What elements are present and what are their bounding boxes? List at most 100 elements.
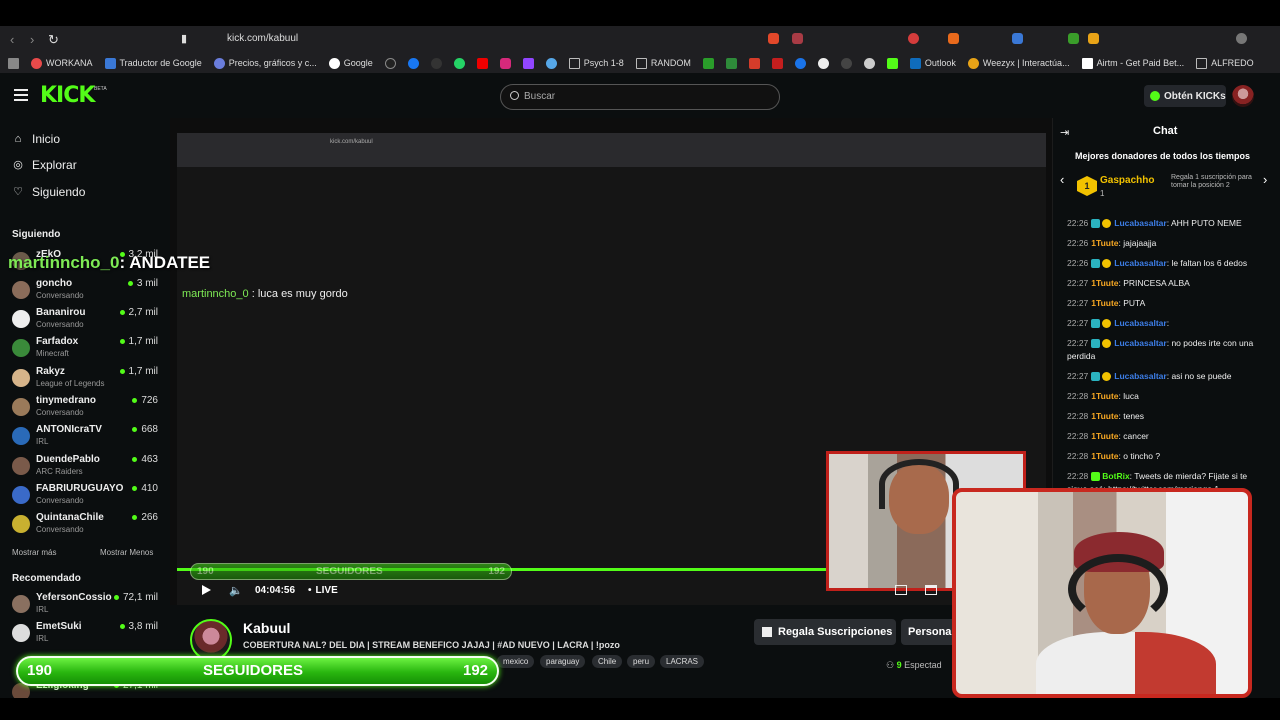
bookmark-icon[interactable] — [540, 53, 563, 73]
extension-icon[interactable] — [948, 33, 959, 44]
chat-timestamp: 22:28 — [1067, 451, 1089, 461]
sidebar-channel[interactable]: QuintanaChile Conversando 266 — [12, 512, 162, 540]
play-icon[interactable] — [202, 585, 211, 595]
bookmark-icon-twitch[interactable] — [517, 53, 540, 73]
chat-username[interactable]: Lucabasaltar — [1114, 218, 1166, 228]
sidebar-channel[interactable]: goncho Conversando 3 mil — [12, 278, 162, 306]
chat-username[interactable]: BotRix — [1102, 471, 1129, 481]
stream-tag[interactable]: peru — [627, 655, 656, 668]
streamer-avatar[interactable] — [190, 619, 232, 661]
profile-icon[interactable] — [1236, 33, 1247, 44]
chat-username[interactable]: 1Tuute — [1091, 391, 1118, 401]
subscriber-badge-icon — [1091, 219, 1101, 229]
gift-subs-button[interactable]: Regala Suscripciones — [754, 619, 896, 645]
bookmark-item[interactable]: ALFREDO — [1190, 53, 1260, 73]
sidebar-channel[interactable]: FABRIURUGUAYO Conversando 410 — [12, 483, 162, 511]
bookmark-item[interactable]: Precios, gráficos y c... — [208, 53, 323, 73]
following-section-title: Siguiendo — [12, 229, 61, 240]
chat-username[interactable]: Lucabasaltar — [1114, 258, 1166, 268]
chat-username[interactable]: 1Tuute — [1091, 298, 1118, 308]
theater-mode-icon[interactable] — [925, 585, 937, 595]
kick-logo[interactable]: KICK — [40, 83, 95, 108]
extension-icon[interactable] — [1088, 33, 1099, 44]
chat-username[interactable]: 1Tuute — [1091, 411, 1118, 421]
bookmark-icon-youtube[interactable] — [471, 53, 494, 73]
brave-rewards-icon[interactable] — [792, 33, 803, 44]
sidebar-channel[interactable]: Bananirou Conversando 2,7 mil — [12, 307, 162, 335]
chevron-left-icon[interactable]: ‹ — [1060, 172, 1064, 187]
sidebar-channel[interactable]: ANTONIcraTV IRL 668 — [12, 424, 162, 452]
bookmark-icon-instagram[interactable] — [494, 53, 517, 73]
bookmark-icon[interactable] — [812, 53, 835, 73]
show-more-link[interactable]: Mostrar más — [12, 548, 56, 557]
bookmark-icon[interactable] — [697, 53, 720, 73]
nav-home[interactable]: ⌂ Inicio — [12, 132, 60, 146]
pip-icon[interactable] — [895, 585, 907, 595]
bookmark-item[interactable]: RANDOM — [630, 53, 697, 73]
apps-icon[interactable] — [0, 53, 25, 73]
bookmark-item[interactable]: Airtm - Get Paid Bet... — [1076, 53, 1191, 73]
nav-following[interactable]: ♡ Siguiendo — [12, 185, 85, 199]
show-less-link[interactable]: Mostrar Menos — [100, 548, 153, 557]
bookmark-icon[interactable] — [789, 53, 812, 73]
extension-icon[interactable] — [908, 33, 919, 44]
streamer-name[interactable]: Kabuul — [243, 620, 290, 636]
reload-icon[interactable]: ↻ — [48, 32, 59, 48]
bookmark-icon-kick[interactable] — [881, 53, 904, 73]
bookmarks-bar: WORKANA Traductor de Google Precios, grá… — [0, 53, 1280, 73]
chat-username[interactable]: Lucabasaltar — [1114, 318, 1166, 328]
sidebar-channel[interactable]: DuendePablo ARC Raiders 463 — [12, 454, 162, 482]
chat-username[interactable]: 1Tuute — [1091, 451, 1118, 461]
bookmark-icon[interactable] — [835, 53, 858, 73]
forward-icon[interactable]: › — [30, 32, 34, 47]
avatar — [12, 595, 30, 613]
bookmark-icon[interactable] — [743, 53, 766, 73]
url-bar[interactable]: kick.com/kabuul — [227, 33, 298, 44]
chat-text: : PUTA — [1118, 298, 1146, 308]
bookmark-icon[interactable] — [766, 53, 789, 73]
back-icon[interactable]: ‹ — [10, 32, 14, 47]
bookmark-item[interactable]: Outlook — [904, 53, 962, 73]
top-donor-name[interactable]: Gaspachho — [1100, 175, 1154, 186]
get-kicks-button[interactable]: Obtén KICKs — [1144, 85, 1226, 107]
stream-tag[interactable]: Chile — [592, 655, 623, 668]
sidebar-channel[interactable]: Rakyz League of Legends 1,7 mil — [12, 366, 162, 394]
stream-tag[interactable]: LACRAS — [660, 655, 705, 668]
nav-explore[interactable]: ◎ Explorar — [12, 158, 77, 172]
menu-icon[interactable] — [14, 89, 28, 101]
bookmark-icon-facebook[interactable] — [402, 53, 425, 73]
bookmark-item[interactable]: Google — [323, 53, 379, 73]
volume-icon[interactable]: 🔈 — [229, 584, 243, 597]
chevron-right-icon[interactable]: › — [1263, 172, 1267, 187]
follower-goal-current: 190 — [27, 662, 53, 679]
bookmark-icon-tiktok[interactable] — [379, 53, 402, 73]
bookmark-item[interactable]: Weezyx | Interactúa... — [962, 53, 1076, 73]
user-avatar[interactable] — [1232, 85, 1254, 107]
bookmark-icon-whatsapp[interactable] — [448, 53, 471, 73]
bookmark-item[interactable]: WORKANA — [25, 53, 99, 73]
sidebar-channel[interactable]: Farfadox Minecraft 1,7 mil — [12, 336, 162, 364]
bookmark-icon[interactable] — [858, 53, 881, 73]
chat-username[interactable]: Lucabasaltar — [1114, 338, 1166, 348]
sidebar-channel[interactable]: EmetSuki IRL 3,8 mil — [12, 621, 162, 649]
brave-shield-icon[interactable] — [768, 33, 779, 44]
bookmark-icon[interactable] — [720, 53, 743, 73]
sidebar-channel[interactable]: tinymedrano Conversando 726 — [12, 395, 162, 423]
chat-username[interactable]: 1Tuute — [1091, 278, 1118, 288]
bookmark-icon[interactable]: ▮ — [181, 32, 187, 45]
extension-icon[interactable] — [1012, 33, 1023, 44]
extension-icon[interactable] — [1068, 33, 1079, 44]
chat-username[interactable]: 1Tuute — [1091, 431, 1118, 441]
top-donor-count: 1 — [1100, 189, 1105, 198]
subscriber-badge-icon — [1091, 319, 1101, 329]
bookmark-item[interactable]: Traductor de Google — [99, 53, 208, 73]
chat-username[interactable]: Lucabasaltar — [1114, 371, 1166, 381]
collapse-chat-icon[interactable]: ⇥ — [1060, 126, 1069, 139]
chat-username[interactable]: 1Tuute — [1091, 238, 1118, 248]
bookmark-icon-x[interactable] — [425, 53, 448, 73]
stream-tag[interactable]: mexico — [497, 655, 535, 668]
stream-tag[interactable]: paraguay — [540, 655, 586, 668]
sidebar-channel[interactable]: YefersonCossio IRL 72,1 mil — [12, 592, 162, 620]
bookmark-item[interactable]: Psych 1-8 — [563, 53, 630, 73]
avatar — [12, 369, 30, 387]
